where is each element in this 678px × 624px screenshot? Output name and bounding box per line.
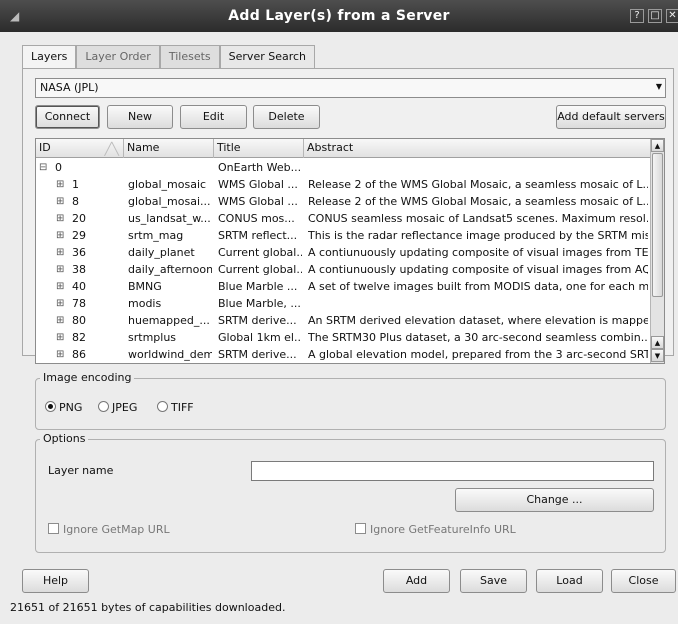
table-row[interactable]: ⊞ 86 worldwind_dem SRTM derive... A glob… [36,346,650,363]
expand-icon[interactable]: ⊞ [56,227,64,244]
table-scrollbar[interactable]: ▲ ▲ ▼ [650,139,664,363]
expand-icon[interactable]: ⊞ [56,244,64,261]
radio-icon[interactable] [157,401,168,412]
tab-bar: Layers Layer Order Tilesets Server Searc… [22,45,316,70]
add-button[interactable]: Add [383,569,450,593]
server-select-value: NASA (JPL) [40,81,99,94]
status-bar: 21651 of 21651 bytes of capabilities dow… [10,601,286,614]
delete-button[interactable]: Delete [253,105,320,129]
title-bar[interactable]: ◢ Add Layer(s) from a Server ? □ ✕ [0,0,678,32]
connect-button[interactable]: Connect [35,105,100,129]
encoding-tiff-option[interactable]: TIFF [157,401,194,414]
expand-icon[interactable]: ⊞ [56,295,64,312]
expand-icon[interactable]: ⊞ [56,210,64,227]
tab-tilesets[interactable]: Tilesets [159,45,220,69]
table-row[interactable]: ⊞ 8 global_mosai... WMS Global ... Relea… [36,193,650,210]
expand-icon[interactable]: ⊞ [56,261,64,278]
tab-server-search[interactable]: Server Search [219,45,316,69]
save-button[interactable]: Save [460,569,527,593]
change-button[interactable]: Change ... [455,488,654,512]
table-row[interactable]: ⊞ 80 huemapped_... SRTM derive... An SRT… [36,312,650,329]
table-row[interactable]: ⊞ 40 BMNG Blue Marble ... A set of twelv… [36,278,650,295]
new-button[interactable]: New [107,105,173,129]
layer-name-field[interactable] [251,461,654,481]
checkbox-icon[interactable] [48,523,59,534]
table-row[interactable]: ⊞ 82 srtmplus Global 1km el... The SRTM3… [36,329,650,346]
expand-icon[interactable]: ⊞ [56,278,64,295]
table-row[interactable]: ⊟ 0 OnEarth Web... [36,159,650,176]
ignore-getmap-checkbox[interactable]: Ignore GetMap URL [48,523,170,536]
scroll-up-icon[interactable]: ▲ [651,336,664,349]
tab-layer-order[interactable]: Layer Order [76,45,160,69]
column-header-id[interactable]: ID ╱╲ [36,139,124,158]
table-row[interactable]: ⊞ 29 srtm_mag SRTM reflect... This is th… [36,227,650,244]
window-title: Add Layer(s) from a Server [228,8,450,24]
help-button[interactable]: Help [22,569,89,593]
expand-icon[interactable]: ⊞ [56,176,64,193]
load-button[interactable]: Load [536,569,603,593]
image-encoding-legend: Image encoding [40,371,135,384]
edit-button[interactable]: Edit [180,105,247,129]
table-row[interactable]: ⊞ 78 modis Blue Marble, ... [36,295,650,312]
column-header-title[interactable]: Title [214,139,304,158]
server-select[interactable]: NASA (JPL) ▼ [35,78,666,98]
scrollbar-thumb[interactable] [652,153,663,297]
layer-name-label: Layer name [48,464,114,477]
scroll-up-icon[interactable]: ▲ [651,139,664,152]
column-header-abstract[interactable]: Abstract [304,139,652,158]
expand-icon[interactable]: ⊞ [56,346,64,363]
sort-ascending-icon: ╱╲ [104,142,119,156]
chevron-down-icon: ▼ [655,82,662,91]
radio-icon[interactable] [98,401,109,412]
help-window-button[interactable]: ? [630,9,644,23]
column-header-name[interactable]: Name [124,139,214,158]
close-button[interactable]: Close [611,569,676,593]
scroll-down-icon[interactable]: ▼ [651,349,664,362]
collapse-icon[interactable]: ⊟ [39,159,47,176]
radio-selected-icon[interactable] [45,401,56,412]
checkbox-icon[interactable] [355,523,366,534]
expand-icon[interactable]: ⊞ [56,312,64,329]
maximize-button[interactable]: □ [648,9,662,23]
table-header: ID ╱╲ Name Title Abstract [36,139,650,158]
options-legend: Options [40,432,89,445]
table-row[interactable]: ⊞ 36 daily_planet Current global... A co… [36,244,650,261]
expand-icon[interactable]: ⊞ [56,329,64,346]
layers-table[interactable]: ID ╱╲ Name Title Abstract ⊟ 0 OnEarth We… [35,138,665,364]
encoding-jpeg-option[interactable]: JPEG [98,401,137,414]
expand-icon[interactable]: ⊞ [56,193,64,210]
table-row[interactable]: ⊞ 38 daily_afternoon Current global... A… [36,261,650,278]
encoding-png-option[interactable]: PNG [45,401,82,414]
add-default-servers-button[interactable]: Add default servers [556,105,666,129]
tab-layers[interactable]: Layers [22,45,77,70]
table-row[interactable]: ⊞ 1 global_mosaic WMS Global ... Release… [36,176,650,193]
close-window-button[interactable]: ✕ [666,9,678,23]
table-row[interactable]: ⊞ 20 us_landsat_w... CONUS mos... CONUS … [36,210,650,227]
ignore-getfeatureinfo-checkbox[interactable]: Ignore GetFeatureInfo URL [355,523,516,536]
